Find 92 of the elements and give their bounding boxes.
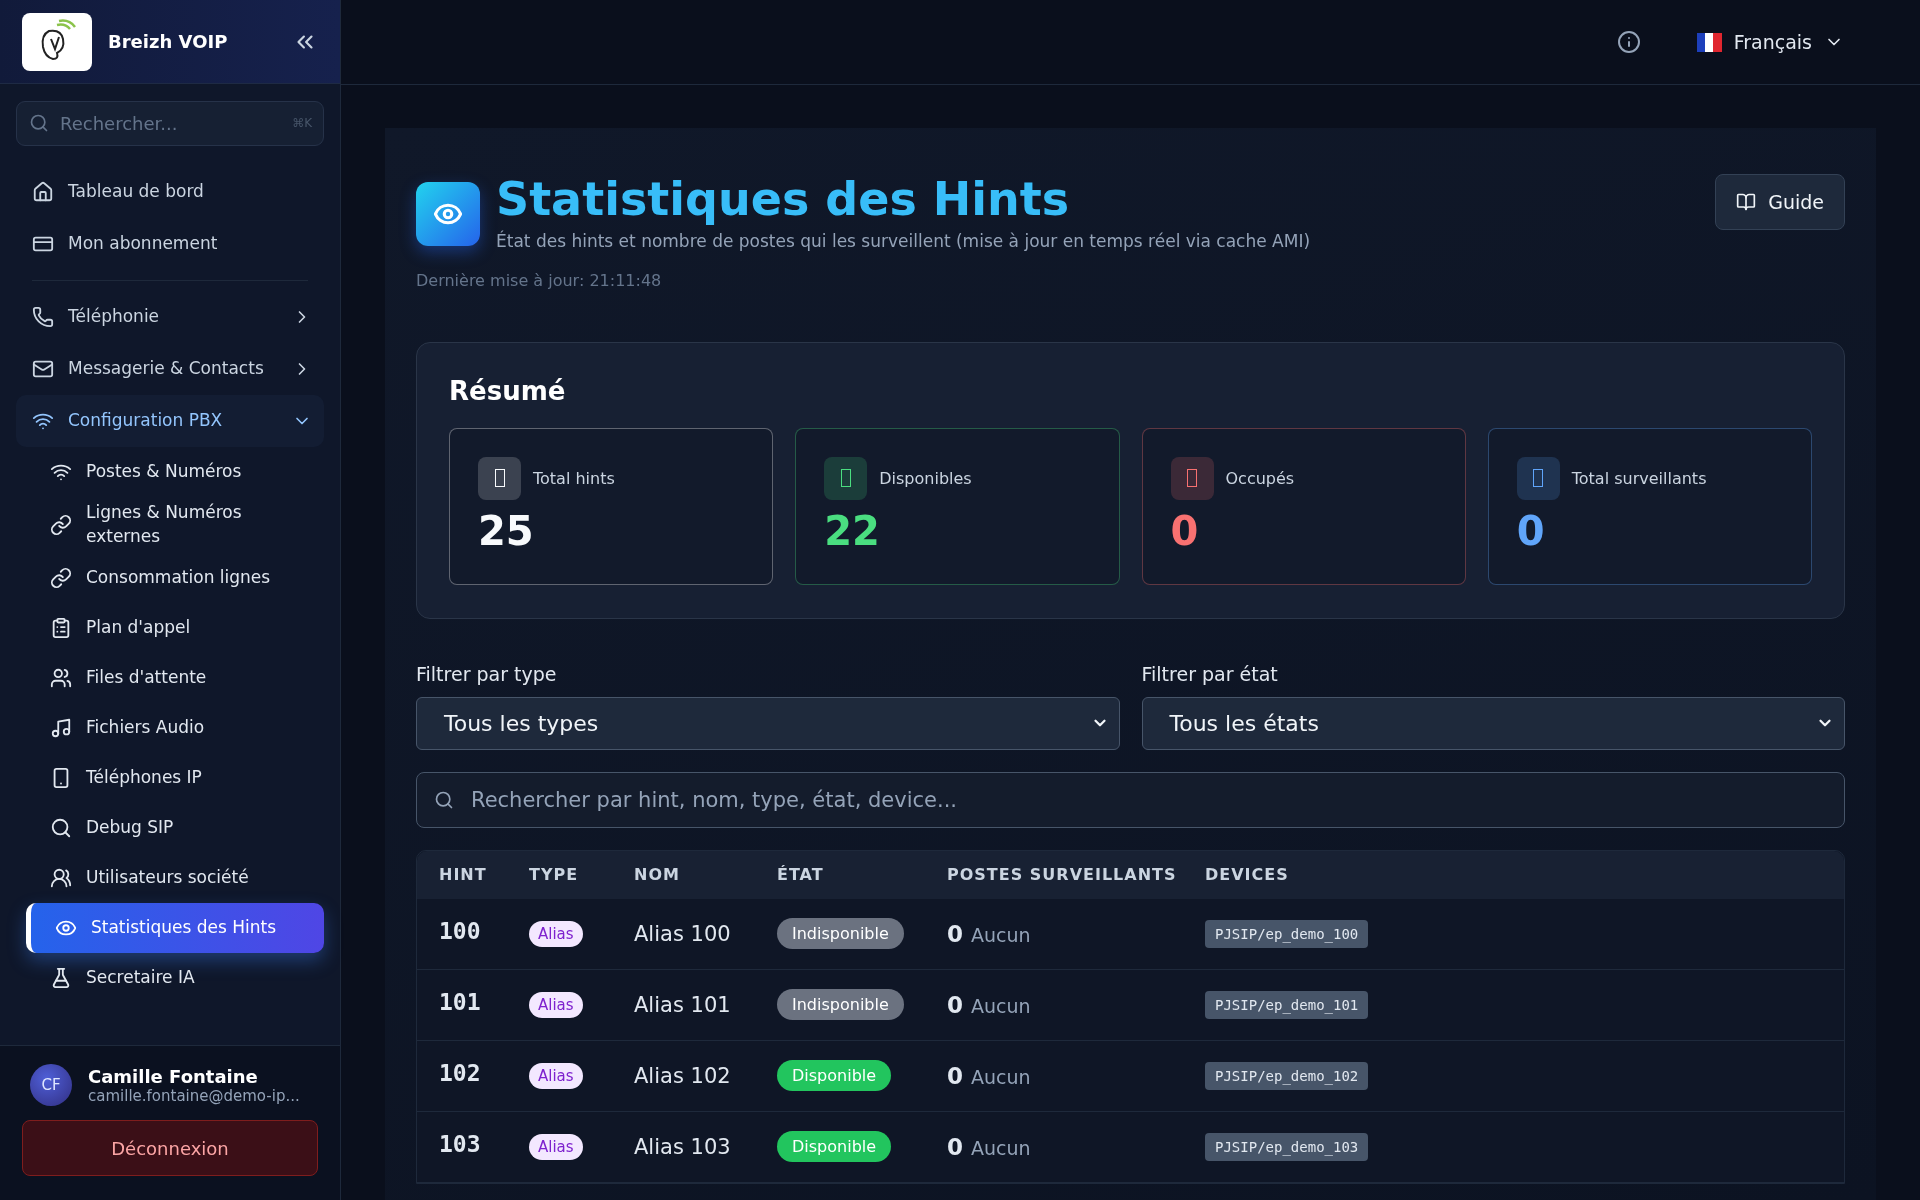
stat-label: Disponibles xyxy=(879,468,972,488)
hint-name: Alias 102 xyxy=(634,1063,732,1088)
flask-icon xyxy=(50,966,72,989)
users-icon xyxy=(50,866,72,889)
nav-item[interactable]: Téléphonie xyxy=(16,291,324,343)
eye-icon xyxy=(416,182,480,246)
nav-item[interactable]: Tableau de bord xyxy=(16,166,324,218)
nav-subitem[interactable]: Files d'attente xyxy=(26,652,324,703)
nav-item[interactable]: Mon abonnement xyxy=(16,218,324,270)
watcher-count: 0 xyxy=(947,1062,963,1089)
user-name: Camille Fontaine xyxy=(88,1065,259,1087)
flag-icon xyxy=(1696,32,1722,52)
page-title: Statistiques des Hints xyxy=(496,174,1071,225)
watcher-note: Aucun xyxy=(971,1065,1031,1088)
state-tag: Indisponible xyxy=(777,918,904,950)
type-tag: Alias xyxy=(529,1133,583,1160)
watcher-note: Aucun xyxy=(971,923,1031,946)
watcher-count: 0 xyxy=(947,920,963,947)
stat-value: 0 xyxy=(1516,507,1546,554)
summary-title: Résumé xyxy=(449,375,567,406)
type-tag: Alias xyxy=(529,920,583,947)
hint-number: 101 xyxy=(439,988,482,1015)
column-header: HINT xyxy=(439,865,488,885)
hint-name: Alias 103 xyxy=(634,1134,732,1159)
device-tag: PJSIP/ep_demo_101 xyxy=(1205,990,1369,1019)
brand-name: Breizh VOIP xyxy=(108,31,229,52)
clipboard-icon xyxy=(50,616,72,639)
filter-label: Filtrer par état xyxy=(1141,662,1279,685)
type-tag: Alias xyxy=(529,991,583,1018)
state-tag: Disponible xyxy=(777,1060,892,1092)
state-tag: Disponible xyxy=(777,1131,892,1163)
nav-subitem[interactable]: Plan d'appel xyxy=(26,602,324,653)
phone-icon xyxy=(32,306,54,328)
device-tag: PJSIP/ep_demo_102 xyxy=(1205,1061,1369,1090)
user-avatar: CF xyxy=(30,1064,72,1106)
hint-number: 102 xyxy=(439,1059,482,1086)
stat-label: Occupés xyxy=(1225,468,1295,488)
nav-subitem[interactable]: Fichiers Audio xyxy=(26,702,324,753)
watcher-count: 0 xyxy=(947,991,963,1018)
mail-icon xyxy=(32,358,54,380)
nav-subitem[interactable]: Lignes & Numéros externes xyxy=(26,497,324,553)
nav-item[interactable]: Messagerie & Contacts xyxy=(16,343,324,395)
users-icon xyxy=(50,666,72,689)
link-icon xyxy=(50,566,72,589)
hint-name: Alias 100 xyxy=(634,921,732,946)
column-header: NOM xyxy=(634,865,681,885)
page-subtitle: État des hints et nombre de postes qui les surveillent (mise à jour en temps réel via cache AMI) xyxy=(496,230,1312,251)
nav-subitem[interactable]: Utilisateurs société xyxy=(26,852,324,903)
filter-select[interactable]: Tous les états xyxy=(1141,696,1845,750)
state-tag: Indisponible xyxy=(777,989,904,1021)
info-icon xyxy=(1616,30,1641,54)
column-header: TYPE xyxy=(529,865,580,885)
nav-subitem[interactable]: Debug SIP xyxy=(26,802,324,853)
link-icon xyxy=(50,513,72,536)
nav-subitem[interactable]: Statistiques des Hints xyxy=(26,902,324,953)
search-icon xyxy=(50,816,72,839)
device-tag: PJSIP/ep_demo_103 xyxy=(1205,1132,1369,1161)
stat-label: Total surveillants xyxy=(1571,468,1707,488)
info-button[interactable] xyxy=(1616,30,1641,54)
language-selector[interactable]: Français xyxy=(1690,30,1850,54)
home-icon xyxy=(32,181,54,203)
watcher-note: Aucun xyxy=(971,994,1031,1017)
music-note-icon xyxy=(50,716,72,739)
logout-button[interactable]: Déconnexion xyxy=(22,1120,318,1176)
hint-number: 100 xyxy=(439,917,482,944)
nav-subitem[interactable]: Consommation lignes xyxy=(26,552,324,603)
nav-item[interactable]: Configuration PBX xyxy=(16,395,324,447)
filter-label: Filtrer par type xyxy=(416,662,558,685)
nav-subitem[interactable]: Postes & Numéros xyxy=(26,447,324,497)
column-header: ÉTAT xyxy=(777,865,825,885)
nav-subitem[interactable]: Secretaire IA xyxy=(26,952,324,1003)
stat-value: 22 xyxy=(824,507,881,554)
stat-value: 0 xyxy=(1170,507,1200,554)
type-tag: Alias xyxy=(529,1062,583,1089)
search-icon xyxy=(434,789,454,810)
hint-name: Alias 101 xyxy=(634,992,732,1017)
column-header: DEVICES xyxy=(1205,865,1290,885)
table-search-field[interactable]: Rechercher par hint, nom, type, état, device... xyxy=(416,771,1845,828)
user-email: camille.fontaine@demo-ip... xyxy=(88,1086,300,1105)
search-icon xyxy=(29,113,49,133)
watcher-count: 0 xyxy=(947,1133,963,1160)
last-updated: Dernière mise à jour: 21:11:48 xyxy=(416,270,663,290)
nav-subitem[interactable]: Téléphones IP xyxy=(26,752,324,803)
book-icon xyxy=(1736,192,1757,212)
filter-select[interactable]: Tous les types xyxy=(416,696,1120,750)
stat-value: 25 xyxy=(478,507,535,554)
column-header: POSTES SURVEILLANTS xyxy=(947,865,1178,885)
guide-button[interactable]: Guide xyxy=(1715,174,1845,230)
device-tag: PJSIP/ep_demo_100 xyxy=(1205,919,1369,948)
stat-label: Total hints xyxy=(533,468,615,488)
hint-number: 103 xyxy=(439,1130,482,1157)
watcher-note: Aucun xyxy=(971,1136,1031,1159)
